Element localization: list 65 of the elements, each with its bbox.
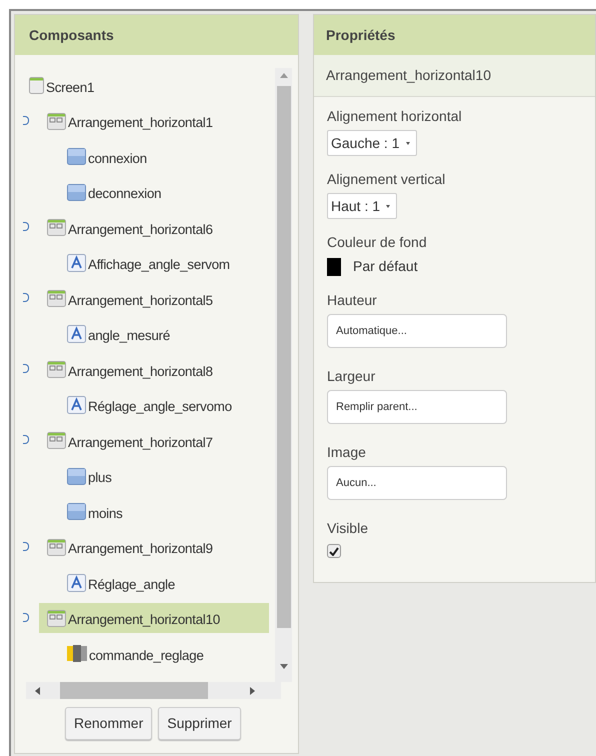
tree-item[interactable]: Arrangement_horizontal7 [47,426,217,456]
caret-icon [406,142,410,144]
property-label: Largeur [327,367,376,386]
button-icon [67,184,86,201]
label-icon [67,325,86,344]
horizontal-scrollbar[interactable] [26,682,281,699]
dropdown[interactable]: Haut : 1 [327,193,398,219]
tree-item[interactable]: Arrangement_horizontal9 [47,532,217,562]
tree-item[interactable]: Réglage_angle [67,568,179,598]
action-button[interactable]: Renommer [65,707,152,740]
arrangement-icon [47,112,66,130]
button-icon [67,468,86,485]
collapse-toggle-icon[interactable] [23,293,29,302]
dropdown[interactable]: Gauche : 1 [327,130,416,156]
slider-icon [67,645,87,662]
panel-title: Propriétés [314,15,595,55]
collapse-toggle-icon[interactable] [23,116,29,124]
arrangement-icon [47,361,66,378]
property-label: Image [327,443,367,462]
collapse-toggle-icon[interactable] [23,612,29,622]
property-label: Visible [327,519,369,538]
arrangement-icon [47,538,66,556]
text-field[interactable]: Aucun... [327,466,507,500]
screen-icon [29,77,44,94]
arrangement-icon [47,432,66,450]
component-name: Arrangement_horizontal10 [326,66,491,85]
vertical-scrollbar[interactable] [275,68,292,682]
color-swatch[interactable] [327,258,341,276]
property-label: Couleur de fond [327,233,428,252]
text-field[interactable]: Remplir parent... [327,390,507,424]
property-label: Hauteur [327,291,378,310]
button-icon [67,148,86,166]
action-button[interactable]: Supprimer [158,707,241,740]
collapse-toggle-icon[interactable] [23,222,29,231]
collapse-toggle-icon[interactable] [23,435,29,444]
color-value: Par défaut [353,257,418,276]
tree-item[interactable]: Arrangement_horizontal8 [47,354,217,385]
collapse-toggle-icon[interactable] [23,364,29,373]
tree-item[interactable]: connexion [67,142,151,172]
tree-item[interactable]: deconnexion [67,177,166,208]
arrangement-icon [47,290,66,308]
tree-item[interactable]: Arrangement_horizontal5 [47,284,217,314]
arrangement-icon [47,610,66,627]
tree-item[interactable]: moins [67,496,127,527]
tree-item[interactable]: Arrangement_horizontal1 [47,106,217,136]
property-label: Alignement vertical [327,170,446,189]
tree-item[interactable]: Screen1 [29,70,98,101]
tree-item[interactable]: plus [67,461,116,492]
button-icon [67,503,86,520]
label-icon [67,254,86,272]
property-label: Alignement horizontal [327,107,463,126]
text-field[interactable]: Automatique... [327,314,507,348]
collapse-toggle-icon[interactable] [23,542,29,550]
tree-item[interactable]: commande_reglage [67,638,208,669]
tree-item[interactable]: Réglage_angle_servomo [67,390,236,420]
tree-item[interactable]: Arrangement_horizontal6 [47,212,217,243]
tree-item[interactable]: angle_mesuré [67,319,174,350]
arrangement-icon [47,219,66,236]
checkbox[interactable] [327,544,341,558]
label-icon [67,574,86,592]
label-icon [67,396,86,414]
tree-item[interactable]: Arrangement_horizontal10 [39,603,269,634]
tree-item[interactable]: Affichage_angle_servom [67,248,234,278]
caret-icon [386,204,390,208]
panel-title: Composants [15,15,298,55]
